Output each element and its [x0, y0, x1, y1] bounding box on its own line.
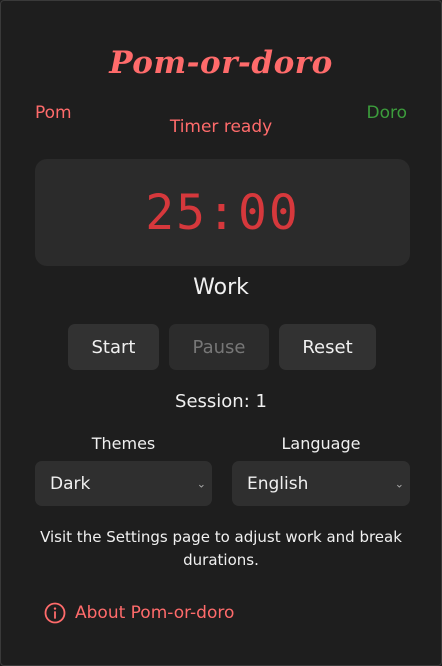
info-icon — [44, 602, 66, 624]
timer-status: Timer ready — [169, 117, 273, 137]
about-link[interactable]: About Pom-or-doro — [44, 602, 234, 624]
app-frame: Pom-or-doro Pom Doro Timer ready 25:00 W… — [0, 0, 442, 666]
theme-select[interactable]: Dark ⌄ — [35, 461, 212, 506]
timer-mode: Work — [193, 275, 249, 300]
language-label: Language — [281, 434, 361, 453]
pause-button[interactable]: Pause — [169, 324, 269, 370]
chevron-down-icon: ⌄ — [196, 477, 206, 490]
language-select[interactable]: English ⌄ — [232, 461, 410, 506]
start-button[interactable]: Start — [68, 324, 159, 370]
session-counter: Session: 1 — [175, 391, 267, 412]
timer-display: 25:00 — [145, 184, 300, 241]
themes-label: Themes — [91, 434, 156, 453]
reset-button[interactable]: Reset — [279, 324, 376, 370]
timer-panel: 25:00 — [35, 159, 410, 266]
theme-select-value: Dark — [50, 473, 91, 494]
settings-hint: Visit the Settings page to adjust work a… — [40, 528, 402, 569]
app-title: Pom-or-doro — [109, 45, 333, 81]
language-select-value: English — [247, 473, 309, 494]
chevron-down-icon: ⌄ — [394, 477, 404, 490]
about-link-label: About Pom-or-doro — [75, 603, 235, 623]
